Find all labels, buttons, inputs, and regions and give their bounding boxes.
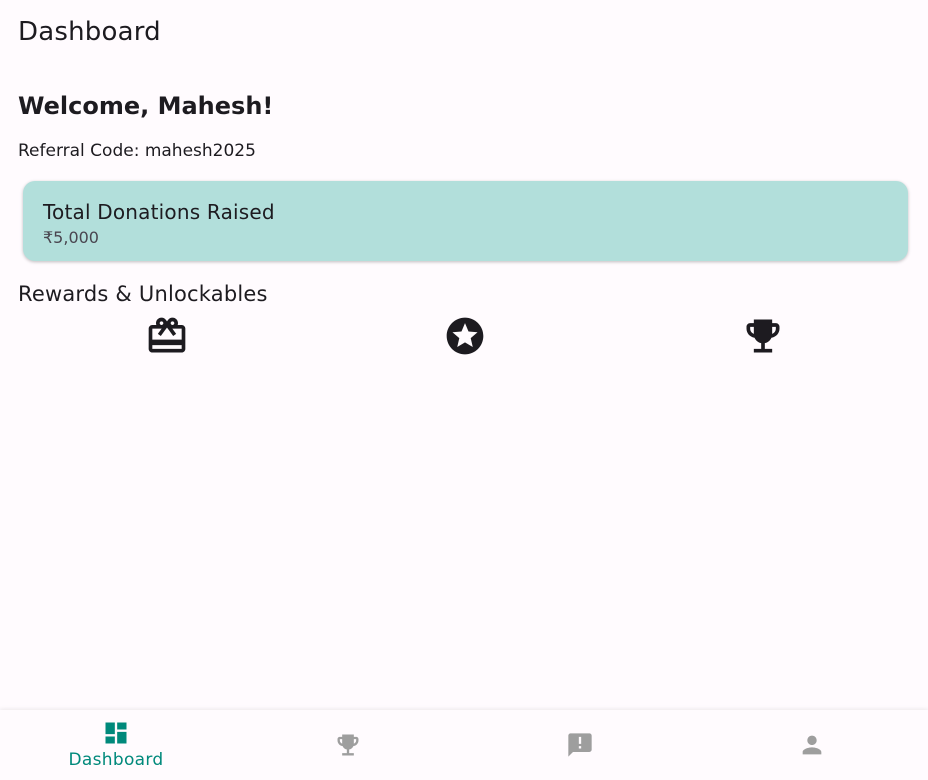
donations-card: Total Donations Raised ₹5,000: [23, 181, 908, 261]
nav-item-dashboard[interactable]: Dashboard: [0, 710, 232, 780]
rewards-section-title: Rewards & Unlockables: [18, 282, 268, 306]
donations-amount: ₹5,000: [43, 228, 99, 247]
gift-card-icon: [148, 317, 186, 353]
referral-code: Referral Code: mahesh2025: [18, 141, 256, 161]
announcement-icon: [568, 733, 592, 757]
bottom-navigation: Dashboard: [0, 710, 928, 780]
rewards-row: [18, 314, 912, 358]
star-badge-icon: [446, 317, 484, 355]
trophy-icon: [746, 319, 780, 353]
donations-card-title: Total Donations Raised: [43, 200, 275, 224]
trophy-icon: [337, 734, 359, 756]
nav-label-dashboard: Dashboard: [68, 750, 164, 770]
reward-item-trophy[interactable]: [614, 314, 912, 358]
nav-item-rewards[interactable]: [232, 710, 464, 780]
dashboard-icon: [105, 722, 127, 744]
nav-item-announcements[interactable]: [464, 710, 696, 780]
page-title: Dashboard: [18, 17, 161, 47]
reward-item-gift[interactable]: [18, 314, 316, 358]
reward-item-star[interactable]: [316, 314, 614, 358]
nav-item-profile[interactable]: [696, 710, 928, 780]
person-icon: [802, 735, 822, 755]
welcome-heading: Welcome, Mahesh!: [18, 92, 274, 120]
